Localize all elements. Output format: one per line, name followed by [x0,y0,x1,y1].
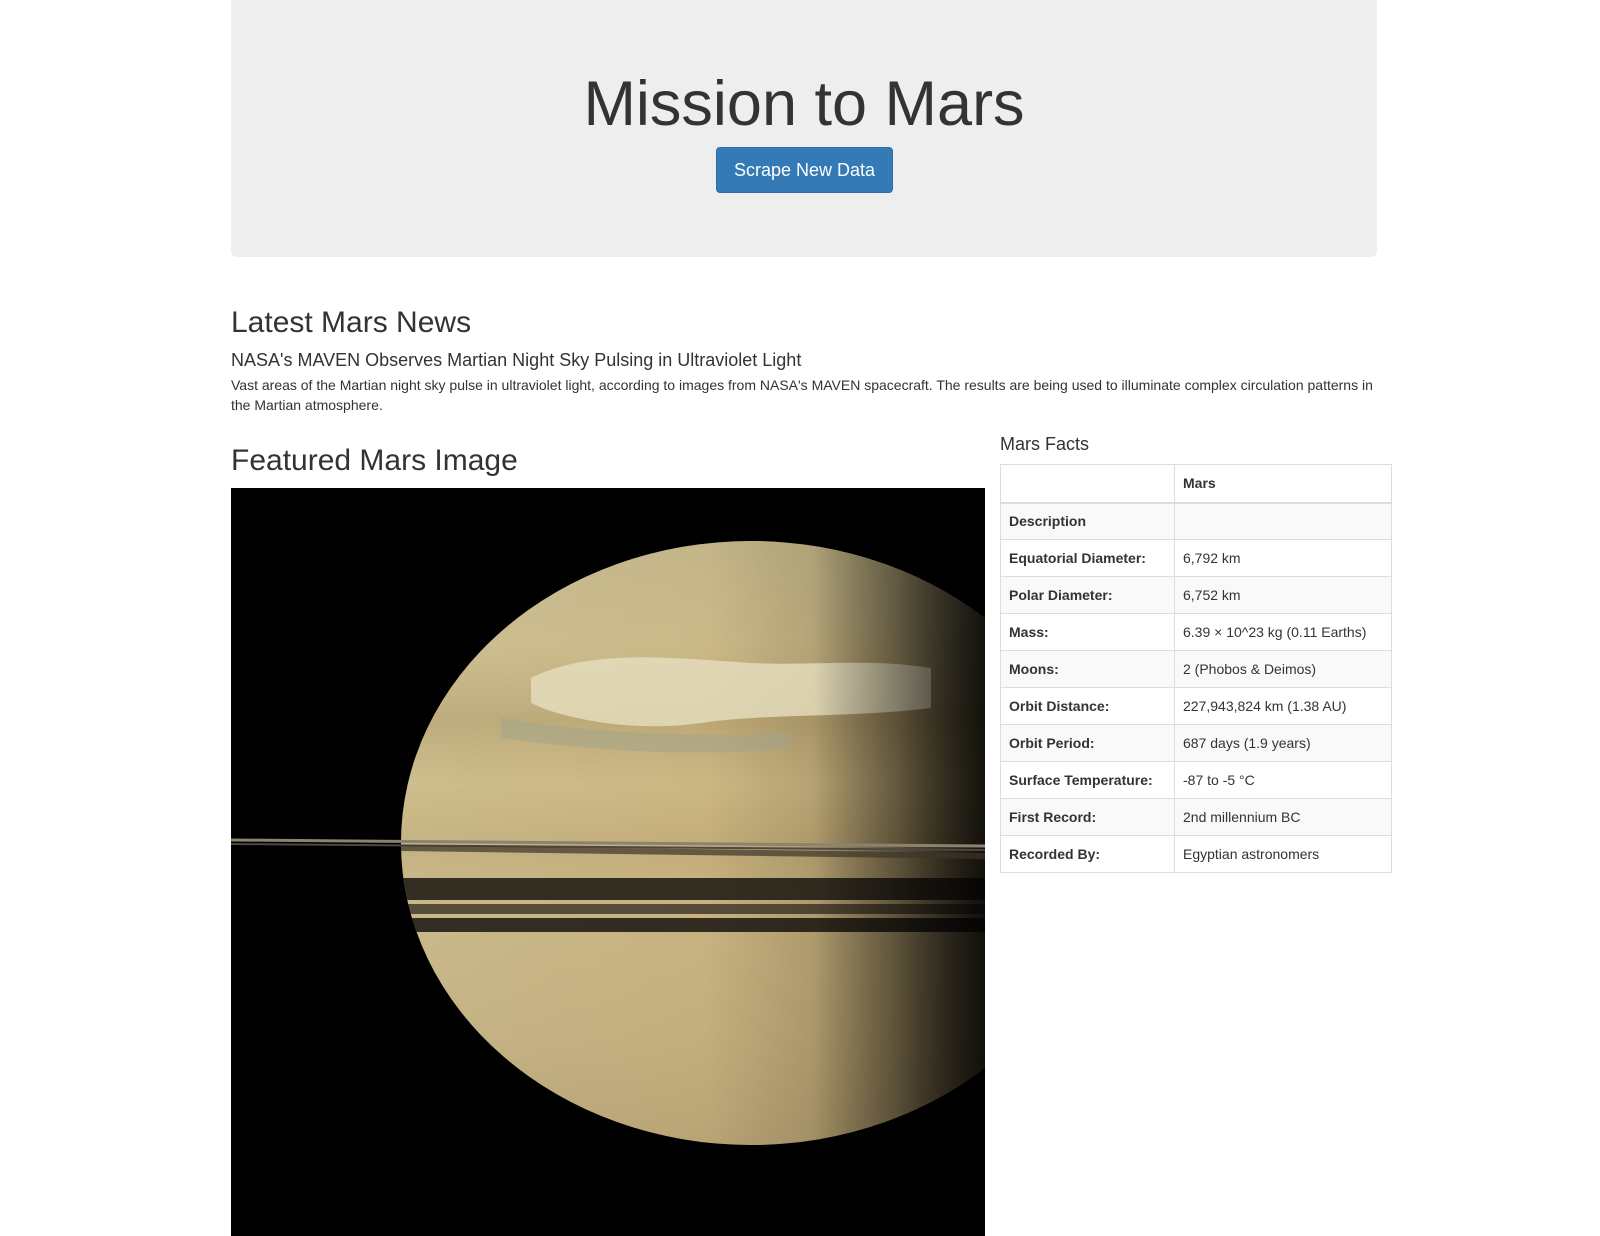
table-row: Description [1000,502,1392,540]
fact-label: Surface Temperature: [1000,761,1175,799]
news-title: NASA's MAVEN Observes Martian Night Sky … [231,350,802,370]
table-row: Moons: 2 (Phobos & Deimos) [1000,650,1392,688]
table-row: Equatorial Diameter: 6,792 km [1000,539,1392,577]
fact-value [1174,502,1392,540]
header-jumbotron: Mission to Mars Scrape New Data [231,0,1377,257]
news-paragraph: Vast areas of the Martian night sky puls… [231,377,1373,413]
fact-value: Egyptian astronomers [1174,835,1392,873]
fact-label: Polar Diameter: [1000,576,1175,614]
table-row: Surface Temperature: -87 to -5 °C [1000,761,1392,799]
table-header-cell: Mars [1174,464,1392,504]
fact-label: Orbit Period: [1000,724,1175,762]
page-title: Mission to Mars [583,69,1025,139]
fact-label: First Record: [1000,798,1175,836]
fact-label: Mass: [1000,613,1175,651]
table-row: Mass: 6.39 × 10^23 kg (0.11 Earths) [1000,613,1392,651]
fact-value: 2 (Phobos & Deimos) [1174,650,1392,688]
news-section-heading: Latest Mars News [231,306,472,339]
fact-value: 6,752 km [1174,576,1392,614]
fact-value: 6.39 × 10^23 kg (0.11 Earths) [1174,613,1392,651]
fact-value: 2nd millennium BC [1174,798,1392,836]
scrape-new-data-button[interactable]: Scrape New Data [716,147,893,193]
fact-label: Moons: [1000,650,1175,688]
table-header-cell [1000,464,1175,504]
featured-image-heading: Featured Mars Image [231,444,518,477]
table-header-row: Mars [1000,464,1392,504]
table-row: Polar Diameter: 6,752 km [1000,576,1392,614]
fact-value: 227,943,824 km (1.38 AU) [1174,687,1392,725]
table-row: Orbit Distance: 227,943,824 km (1.38 AU) [1000,687,1392,725]
mars-facts-heading: Mars Facts [1000,434,1090,454]
fact-label: Orbit Distance: [1000,687,1175,725]
featured-image [231,488,985,1236]
fact-value: -87 to -5 °C [1174,761,1392,799]
fact-label: Description [1000,502,1175,540]
fact-label: Recorded By: [1000,835,1175,873]
table-row: Orbit Period: 687 days (1.9 years) [1000,724,1392,762]
mars-facts-table: Mars Description Equatorial Diameter: 6,… [1000,464,1392,873]
fact-value: 6,792 km [1174,539,1392,577]
fact-value: 687 days (1.9 years) [1174,724,1392,762]
table-row: Recorded By: Egyptian astronomers [1000,835,1392,873]
table-row: First Record: 2nd millennium BC [1000,798,1392,836]
planet-image-icon [231,488,985,1236]
fact-label: Equatorial Diameter: [1000,539,1175,577]
